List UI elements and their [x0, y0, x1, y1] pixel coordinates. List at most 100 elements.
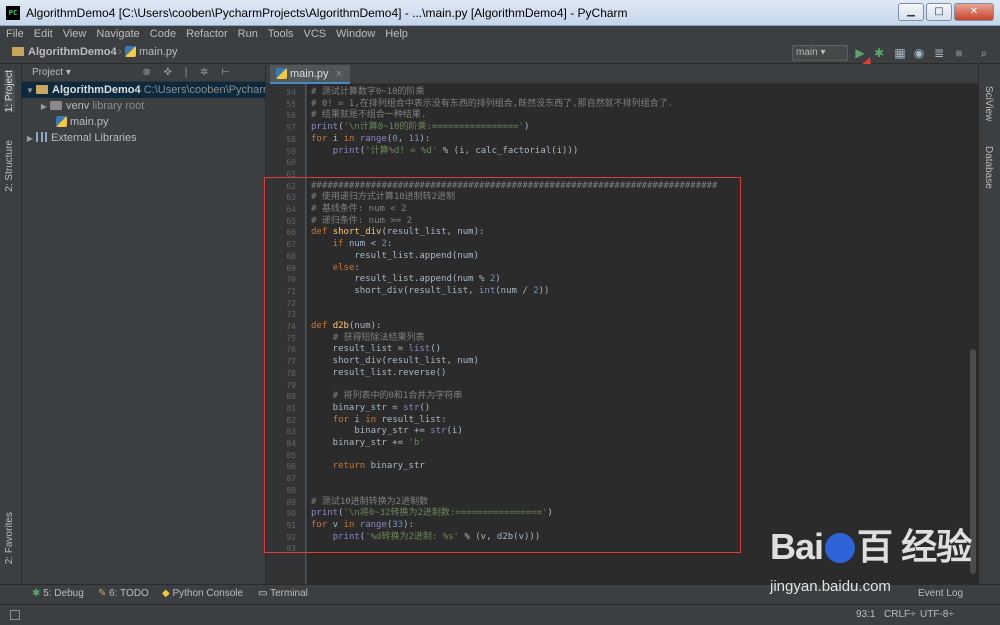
- baidu-jingyan-watermark: Bai 百 经验 jingyan.baidu.com: [770, 518, 995, 608]
- tool-todo[interactable]: ✎ 6: TODO: [98, 588, 149, 599]
- watermark-logo: Bai 百 经验: [770, 518, 972, 570]
- breadcrumb-project-label: AlgorithmDemo4: [28, 46, 117, 58]
- code-line: # 结果就是不组合一种结果.: [311, 110, 427, 121]
- project-panel: Project ▾ ⊗ ✜ | ✲ ⊢ ▼AlgorithmDemo4 C:\U…: [22, 64, 397, 584]
- tab-structure[interactable]: 2: Structure: [4, 140, 15, 192]
- tree-item-root[interactable]: ▼AlgorithmDemo4 C:\Users\cooben\PycharmP…: [22, 82, 397, 99]
- folder-icon: [50, 101, 62, 110]
- close-button[interactable]: ✕: [954, 3, 994, 21]
- breadcrumb-file[interactable]: main.py: [125, 46, 178, 58]
- window-titlebar: PC AlgorithmDemo4 [C:\Users\cooben\Pycha…: [0, 0, 1000, 26]
- right-tool-strip: SciView Database: [978, 64, 1000, 584]
- window-title: AlgorithmDemo4 [C:\Users\cooben\PycharmP…: [26, 6, 628, 20]
- code-line: for i in range(0, 11):: [311, 133, 431, 144]
- cursor-position[interactable]: 93:1: [856, 609, 875, 620]
- menu-bar: File Edit View Navigate Code Refactor Ru…: [0, 26, 1000, 42]
- code-line: print('\n计算0~10的阶乘:================'): [311, 122, 530, 133]
- watermark-url: jingyan.baidu.com: [770, 578, 891, 595]
- coverage-icon[interactable]: ▦: [892, 45, 908, 61]
- menu-navigate[interactable]: Navigate: [96, 26, 139, 42]
- annotation-highlight-box: [264, 177, 741, 553]
- tab-close-icon[interactable]: ×: [336, 68, 342, 80]
- python-file-icon: [125, 46, 136, 57]
- project-panel-header: Project ▾ ⊗ ✜ | ✲ ⊢: [22, 64, 265, 82]
- line-number: 54: [286, 88, 296, 97]
- line-number: 58: [286, 134, 296, 144]
- tool-debug[interactable]: ✱ 5: Debug: [32, 588, 84, 599]
- tree-file-label: main.py: [70, 116, 109, 128]
- python-console-icon: ◆: [162, 588, 170, 599]
- tree-item-venv[interactable]: ▶ venv library root: [22, 98, 265, 114]
- tool-terminal[interactable]: ▭ Terminal: [258, 588, 308, 599]
- build-icon[interactable]: ≣: [931, 45, 947, 61]
- tree-item-external-libraries[interactable]: ▶ External Libraries: [22, 130, 265, 146]
- menu-window[interactable]: Window: [336, 26, 375, 42]
- menu-file[interactable]: File: [6, 26, 24, 42]
- python-file-icon: [56, 116, 67, 127]
- watermark-logo-char: 百: [857, 526, 893, 567]
- watermark-cn-text: 经验: [901, 526, 972, 567]
- menu-run[interactable]: Run: [238, 26, 258, 42]
- project-panel-tools[interactable]: ⊗ ✜ | ✲ ⊢: [142, 64, 235, 82]
- minimize-button[interactable]: ▁: [898, 3, 924, 21]
- tab-label: main.py: [290, 68, 329, 80]
- stop-icon[interactable]: ■: [951, 45, 967, 61]
- tab-favorites[interactable]: 2: Favorites: [4, 512, 15, 564]
- collapse-arrow-icon[interactable]: ▶: [38, 99, 50, 115]
- line-number: 56: [286, 111, 296, 121]
- menu-view[interactable]: View: [63, 26, 87, 42]
- pycharm-logo-icon: PC: [6, 6, 20, 20]
- tree-venv-note: library root: [92, 100, 145, 112]
- menu-refactor[interactable]: Refactor: [186, 26, 228, 42]
- tool-console-label: Python Console: [172, 588, 244, 599]
- tool-debug-label: 5: Debug: [43, 588, 84, 599]
- menu-vcs[interactable]: VCS: [304, 26, 327, 42]
- menu-edit[interactable]: Edit: [34, 26, 53, 42]
- collapse-arrow-icon[interactable]: ▶: [24, 131, 36, 147]
- code-line: print('计算%d! = %d' % (i, calc_factorial(…: [332, 145, 579, 156]
- search-icon[interactable]: ⌕: [976, 45, 992, 61]
- breadcrumb-separator: ›: [118, 46, 122, 58]
- tab-project[interactable]: 1: Project: [4, 70, 15, 113]
- tab-database[interactable]: Database: [983, 146, 994, 189]
- python-file-icon: [276, 68, 287, 79]
- tab-main-py[interactable]: main.py ×: [270, 65, 351, 84]
- expand-arrow-icon[interactable]: ▼: [24, 83, 36, 99]
- line-number: 55: [286, 99, 296, 109]
- folder-icon: [12, 47, 24, 56]
- tool-python-console[interactable]: ◆ Python Console: [162, 588, 243, 599]
- tree-venv-label: venv: [66, 100, 90, 112]
- line-separator[interactable]: CRLF÷: [884, 609, 916, 620]
- tree-item-main-py[interactable]: main.py: [22, 114, 265, 130]
- menu-code[interactable]: Code: [150, 26, 176, 42]
- folder-icon: [36, 85, 48, 94]
- breadcrumb-file-label: main.py: [139, 46, 178, 58]
- editor-tab-bar: main.py ×: [266, 64, 978, 84]
- toggle-tool-windows-icon[interactable]: [10, 610, 20, 620]
- menu-tools[interactable]: Tools: [268, 26, 294, 42]
- maximize-button[interactable]: □: [926, 3, 952, 21]
- watermark-logo-text: Bai: [770, 526, 824, 567]
- code-line: # 测试计算数字0~10的阶乘: [311, 87, 425, 97]
- project-view-select[interactable]: Project ▾: [32, 67, 71, 78]
- todo-icon: ✎: [98, 588, 107, 599]
- line-number: 60: [286, 158, 296, 168]
- tool-terminal-label: Terminal: [270, 588, 308, 599]
- profile-icon[interactable]: ◉: [911, 45, 927, 61]
- line-number: 59: [286, 146, 296, 156]
- file-encoding[interactable]: UTF-8÷: [920, 609, 954, 620]
- baidu-paw-icon: [825, 533, 856, 563]
- breadcrumb-project[interactable]: AlgorithmDemo4: [12, 46, 117, 58]
- code-line: # 0! = 1,在排列组合中表示没有东西的排列组合,既然没东西了,那自然就不排…: [311, 98, 674, 109]
- tool-todo-label: 6: TODO: [109, 588, 149, 599]
- menu-help[interactable]: Help: [385, 26, 408, 42]
- editor-scrollbar[interactable]: [968, 84, 978, 584]
- left-tool-strip: 1: Project 2: Structure 2: Favorites: [0, 64, 22, 584]
- window-controls: ▁ □ ✕: [898, 3, 994, 21]
- tab-sciview[interactable]: SciView: [983, 86, 994, 121]
- tree-root-label: AlgorithmDemo4: [52, 84, 141, 96]
- tree-libs-label: External Libraries: [51, 132, 137, 144]
- libraries-icon: [36, 132, 47, 142]
- bug-icon: ✱: [32, 588, 41, 599]
- line-number: 57: [286, 123, 296, 133]
